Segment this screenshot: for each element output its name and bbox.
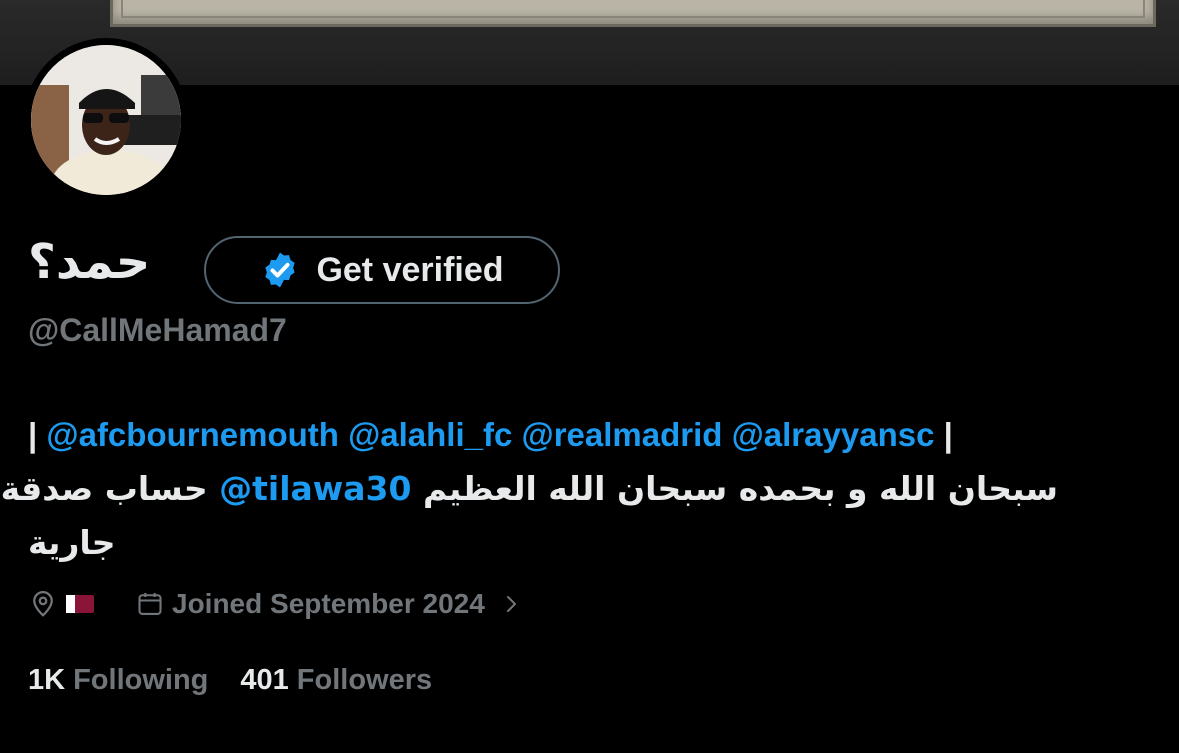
followers-link[interactable]: 401 Followers [240, 664, 432, 697]
qatar-flag-icon [66, 595, 94, 613]
bio-arabic-text: سبحان الله و بحمده سبحان الله العظيم [411, 469, 1058, 508]
mention-link[interactable]: @alrayyansc [732, 416, 935, 453]
bio-arabic-tail: حساب صدقة [0, 469, 220, 508]
location-item [28, 589, 94, 619]
calendar-icon [138, 592, 162, 615]
joined-item[interactable]: Joined September 2024 [136, 588, 523, 620]
avatar[interactable] [31, 45, 181, 195]
profile-bio: | @afcbournemouth @alahli_fc @realmadrid… [1, 408, 1158, 570]
follow-stats: 1K Following 401 Followers [28, 664, 432, 697]
get-verified-label: Get verified [316, 250, 504, 289]
bio-line-3: جارية [28, 523, 116, 562]
followers-count: 401 [240, 664, 289, 696]
mention-link[interactable]: @realmadrid [522, 416, 723, 453]
mention-link[interactable]: @tilawa30 [219, 469, 411, 508]
display-name: حمد؟ [28, 234, 151, 290]
verified-badge-icon [265, 252, 296, 288]
mention-link[interactable]: @afcbournemouth [46, 416, 339, 453]
bio-pipe-close: | [934, 416, 953, 453]
get-verified-button[interactable]: Get verified [204, 236, 560, 304]
mention-link[interactable]: @alahli_fc [348, 416, 512, 453]
avatar-photo [31, 45, 181, 195]
bio-line-1: | @afcbournemouth @alahli_fc @realmadrid… [28, 408, 1158, 462]
followers-label: Followers [296, 664, 433, 696]
joined-date: Joined September 2024 [172, 588, 485, 619]
chevron-right-icon [506, 596, 516, 612]
location-pin-icon [33, 591, 53, 617]
profile-banner[interactable] [0, 0, 1179, 85]
following-count: 1K [28, 664, 66, 696]
following-label: Following [73, 664, 209, 696]
username-handle: @CallMeHamad7 [28, 312, 287, 348]
banner-image [110, 0, 1156, 27]
bio-line-2: سبحان الله و بحمده سبحان الله العظيم @ti… [1, 462, 1058, 516]
bio-pipe-open: | [28, 416, 47, 453]
profile-meta: Joined September 2024 [28, 582, 523, 626]
following-link[interactable]: 1K Following [28, 664, 208, 697]
